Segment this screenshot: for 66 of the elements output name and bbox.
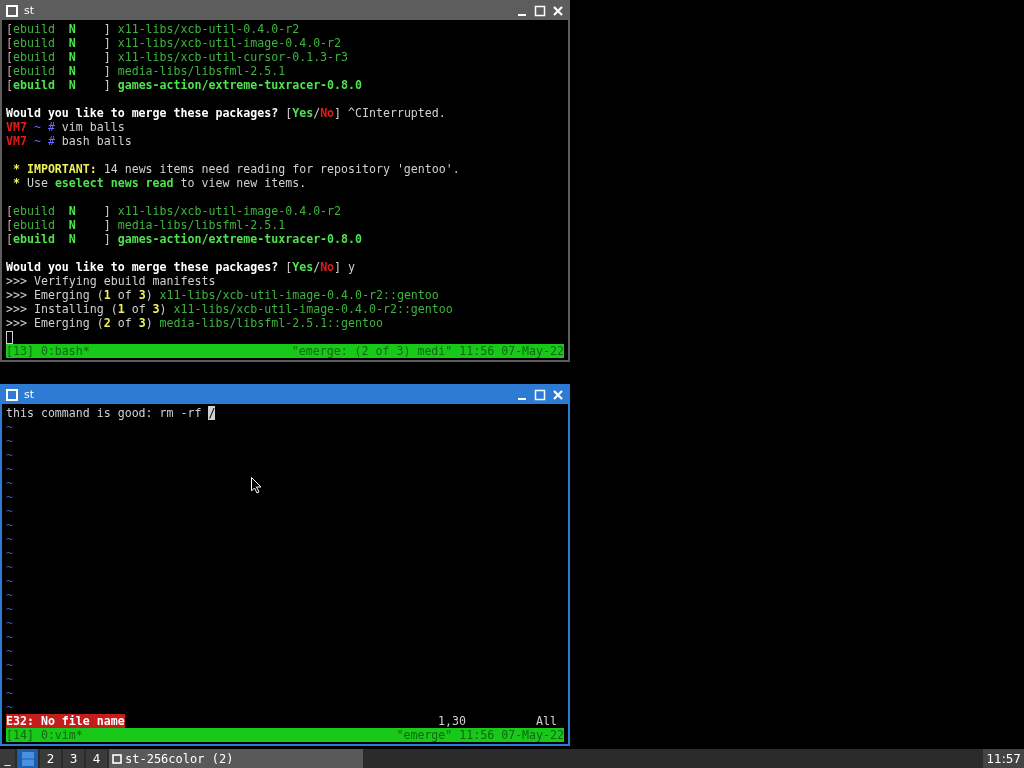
empty-line-marker: ~: [6, 588, 13, 602]
empty-line-marker: ~: [6, 700, 13, 714]
empty-line-marker: ~: [6, 602, 13, 616]
terminal-line: [ebuild N ] media-libs/libsfml-2.5.1: [6, 64, 287, 78]
terminal-line: [ebuild N ] x11-libs/xcb-util-cursor-0.1.3-r3: [6, 50, 350, 64]
empty-line-marker: ~: [6, 574, 13, 588]
empty-line-marker: ~: [6, 546, 13, 560]
empty-line-marker: ~: [6, 532, 13, 546]
terminal-line: >>> Verifying ebuild manifests: [6, 274, 217, 288]
empty-line-marker: ~: [6, 504, 13, 518]
close-icon[interactable]: [552, 389, 564, 401]
window-icon[interactable]: [6, 389, 18, 401]
maximize-icon[interactable]: [534, 5, 546, 17]
empty-line-marker: ~: [6, 644, 13, 658]
error-message: E32: No file name: [6, 714, 125, 728]
desktop-button[interactable]: 2: [40, 749, 61, 768]
empty-line-marker: ~: [6, 518, 13, 532]
task-button[interactable]: st-256color (2): [109, 749, 363, 768]
scroll-position: All: [536, 714, 558, 728]
terminal-line: [ebuild N ] x11-libs/xcb-util-0.4.0-r2: [6, 22, 301, 36]
terminal-line: * Use eselect news read to view new items.: [11, 176, 308, 190]
terminal-line: [ebuild N ] games-action/extreme-tuxracer-0.8.0: [6, 78, 363, 92]
session-label: [14] 0:vim*: [6, 728, 83, 742]
desktop-preview-icon: [21, 751, 34, 766]
empty-line-marker: ~: [6, 630, 13, 644]
terminal-line: [ebuild N ] games-action/extreme-tuxracer-0.8.0: [6, 232, 363, 246]
empty-line-marker: ~: [6, 616, 13, 630]
terminal-line: Would you like to merge these packages? [Yes/No] y: [6, 260, 357, 274]
terminal-line: >>> Emerging (1 of 3) x11-libs/xcb-util-image-0.4.0-r2::gentoo: [6, 288, 440, 302]
empty-line-marker: ~: [6, 448, 13, 462]
clock: 11:57: [983, 749, 1024, 768]
window-title: st: [24, 386, 36, 403]
terminal-line: * IMPORTANT: 14 news items need reading for repository 'gentoo'.: [11, 162, 461, 176]
terminal-line: Would you like to merge these packages? [Yes/No] ^CInterrupted.: [6, 106, 447, 120]
cursor-position: 1,30: [438, 714, 467, 728]
window-icon[interactable]: [6, 5, 18, 17]
close-icon[interactable]: [552, 5, 564, 17]
show-desktop-button[interactable]: _: [0, 749, 15, 768]
desktop-button[interactable]: 4: [86, 749, 107, 768]
empty-line-marker: ~: [6, 658, 13, 672]
empty-line-marker: ~: [6, 476, 13, 490]
terminal-line: VM7 ~ # bash balls: [6, 134, 133, 148]
empty-line-marker: ~: [6, 560, 13, 574]
empty-line-marker: ~: [6, 462, 13, 476]
terminal-line: VM7 ~ # vim balls: [6, 120, 126, 134]
empty-line-marker: ~: [6, 672, 13, 686]
mouse-pointer-icon: [251, 477, 262, 494]
text-cursor: /: [208, 406, 216, 420]
empty-line-marker: ~: [6, 434, 13, 448]
status-info: "emerge" 11:56 07-May-22: [396, 728, 564, 742]
window-title: st: [24, 2, 36, 19]
empty-line-marker: ~: [6, 686, 13, 700]
window-icon: [112, 753, 122, 764]
empty-line-marker: ~: [6, 490, 13, 504]
terminal-line: [ebuild N ] media-libs/libsfml-2.5.1: [6, 218, 287, 232]
terminal-line: [ebuild N ] x11-libs/xcb-util-image-0.4.0-r2: [6, 36, 343, 50]
text-cursor: [6, 330, 13, 344]
editor-text: this command is good: rm -rf: [6, 406, 203, 420]
session-label: [13] 0:bash*: [6, 344, 90, 358]
terminal-line: >>> Installing (1 of 3) x11-libs/xcb-util-image-0.4.0-r2::gentoo: [6, 302, 454, 316]
terminal-line: >>> Emerging (2 of 3) media-libs/libsfml-2.5.1::gentoo: [6, 316, 384, 330]
status-info: "emerge: (2 of 3) medi" 11:56 07-May-22: [291, 344, 564, 358]
maximize-icon[interactable]: [534, 389, 546, 401]
empty-line-marker: ~: [6, 420, 13, 434]
terminal-line: [ebuild N ] x11-libs/xcb-util-image-0.4.0-r2: [6, 204, 343, 218]
desktop-button[interactable]: 3: [63, 749, 84, 768]
